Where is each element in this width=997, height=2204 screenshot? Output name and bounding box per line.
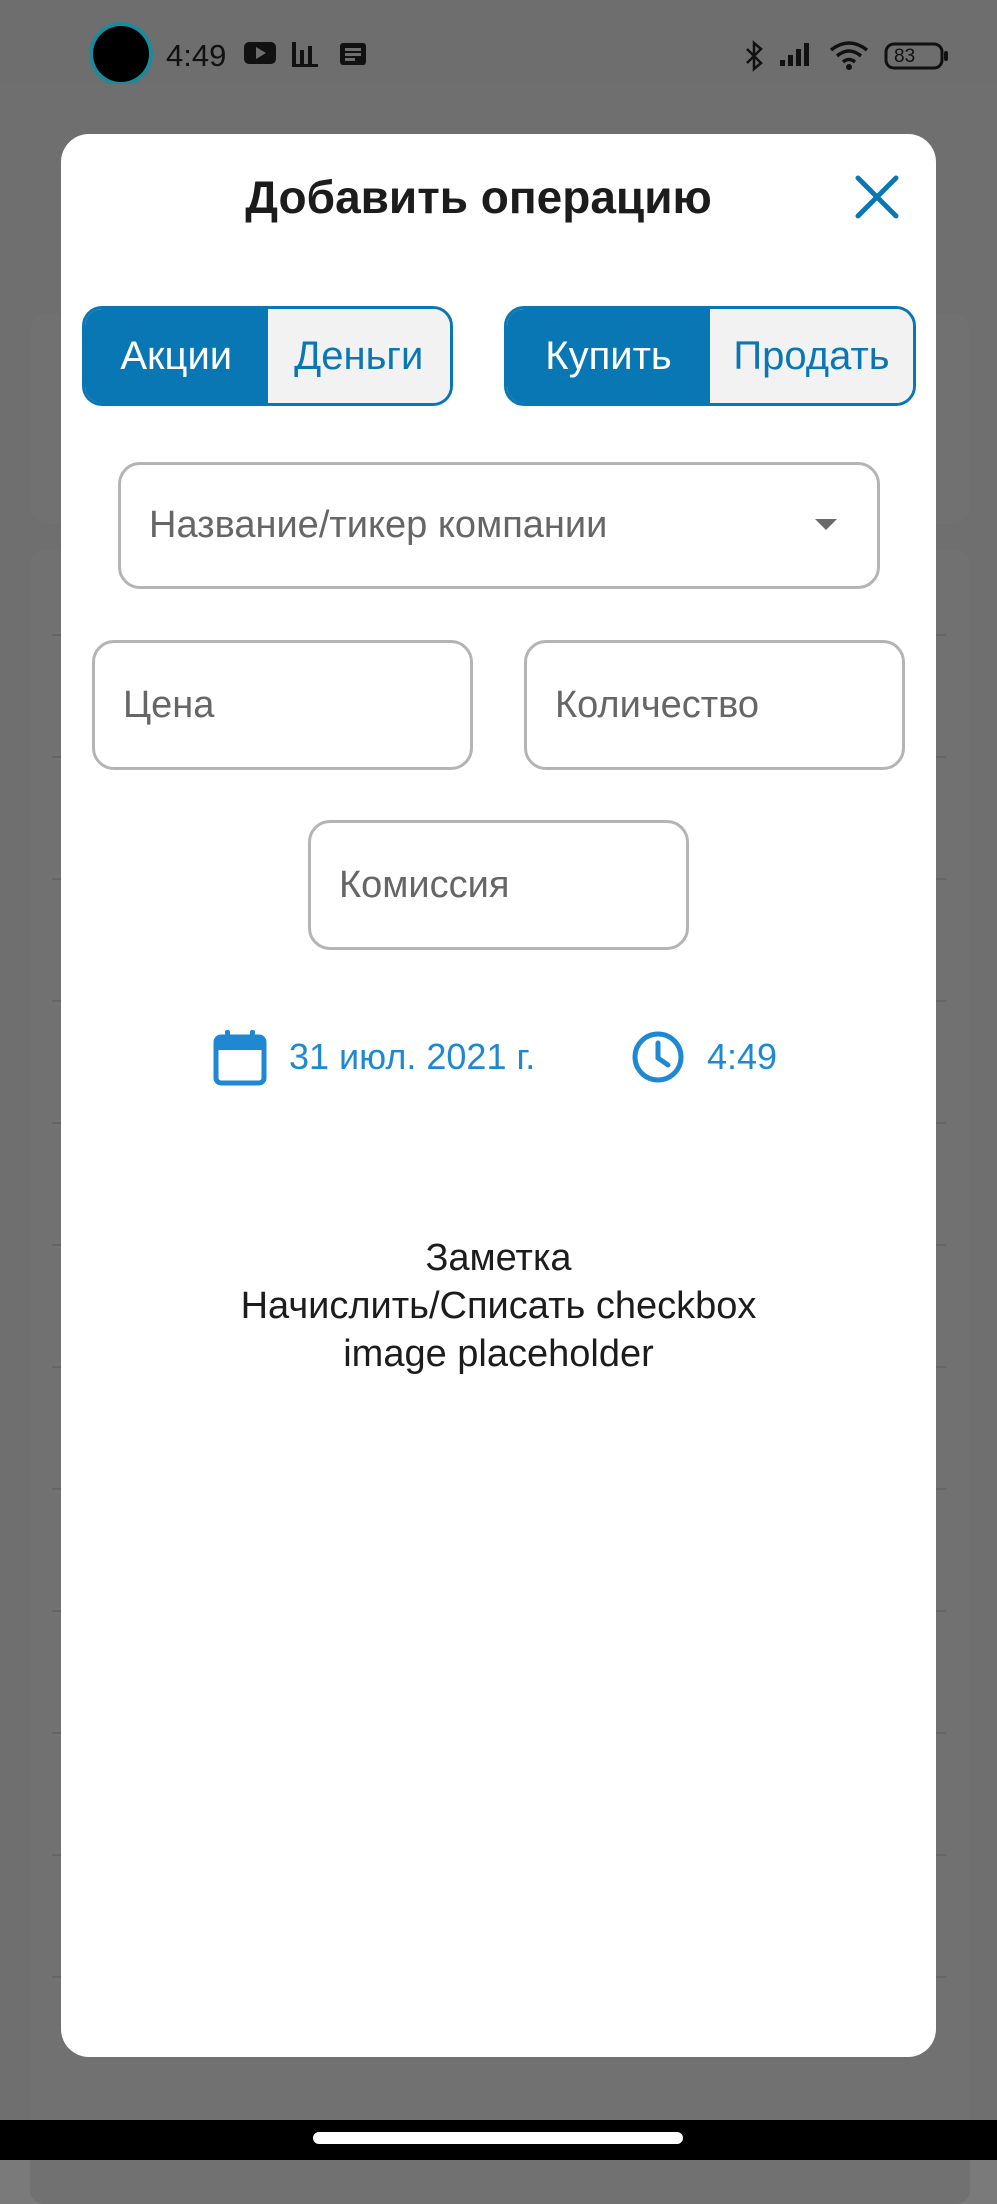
add-operation-dialog: Добавить операцию Акции Деньги Купить Пр… (61, 134, 936, 2057)
quantity-field[interactable] (524, 640, 905, 770)
news-icon (338, 40, 368, 73)
camera-cutout (93, 26, 149, 82)
signal-icon (778, 40, 814, 73)
toggle-sell[interactable]: Продать (710, 309, 913, 403)
commission-field[interactable] (308, 820, 689, 950)
price-field[interactable] (92, 640, 473, 770)
commission-input[interactable] (311, 823, 686, 947)
time-value: 4:49 (707, 1036, 778, 1077)
wifi-icon (829, 40, 869, 75)
status-time: 4:49 (166, 38, 227, 73)
bluetooth-icon (744, 40, 766, 77)
toggle-stocks[interactable]: Акции (85, 309, 268, 403)
company-input[interactable] (121, 465, 877, 586)
home-indicator[interactable] (313, 2132, 683, 2144)
status-bar: 4:49 83 (0, 0, 997, 84)
date-value: 31 июл. 2021 г. (289, 1036, 536, 1077)
clock-icon (632, 1031, 684, 1083)
action-toggle: Купить Продать (504, 306, 916, 406)
company-dropdown[interactable] (118, 462, 880, 589)
calendar-icon (213, 1030, 267, 1086)
price-input[interactable] (95, 643, 470, 767)
toggle-money[interactable]: Деньги (267, 309, 450, 403)
dropdown-arrow-icon (815, 519, 837, 530)
close-button[interactable] (846, 166, 908, 228)
asset-type-toggle: Акции Деньги (82, 306, 453, 406)
image-placeholder: image placeholder (343, 1333, 654, 1375)
close-icon (855, 175, 899, 219)
date-picker[interactable]: 31 июл. 2021 г. (213, 1022, 535, 1092)
checkbox-placeholder: Начислить/Списать checkbox (240, 1285, 757, 1327)
time-picker[interactable]: 4:49 (631, 1022, 777, 1092)
placeholder-text-block: Заметка Начислить/Списать checkbox image… (61, 1234, 936, 1378)
battery-level: 83 (894, 46, 916, 67)
chart-icon (290, 40, 320, 73)
youtube-icon (243, 40, 277, 71)
toggle-buy[interactable]: Купить (507, 309, 710, 403)
dialog-title: Добавить операцию (245, 171, 712, 223)
note-placeholder: Заметка (425, 1237, 572, 1279)
quantity-input[interactable] (527, 643, 902, 767)
